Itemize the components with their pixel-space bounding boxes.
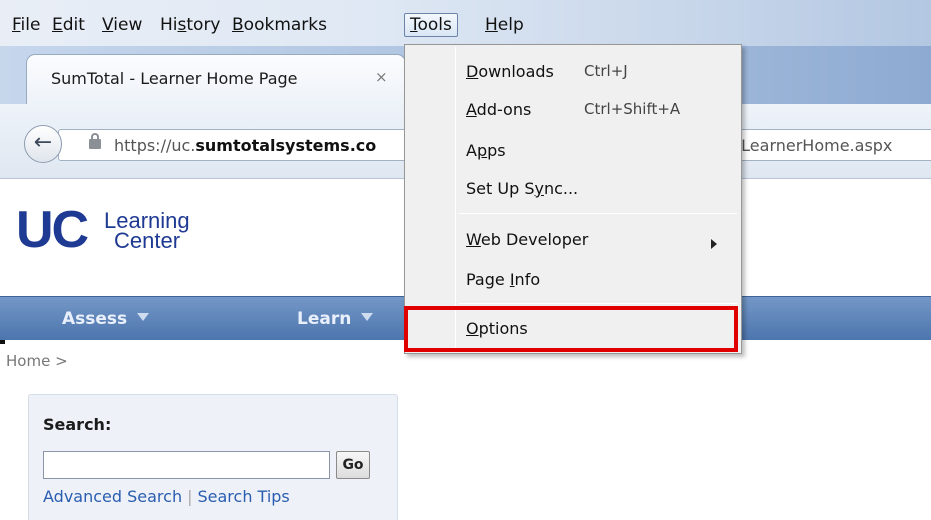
search-links: Advanced Search | Search Tips (43, 487, 290, 506)
menu-file[interactable]: File (12, 14, 40, 36)
nav-learn[interactable]: Learn (297, 309, 374, 329)
shortcut-downloads: Ctrl+J (584, 62, 628, 80)
menu-item-setup-sync[interactable]: Set Up Sync... (466, 179, 578, 198)
chevron-down-icon (137, 313, 150, 321)
back-arrow-icon: ← (33, 130, 53, 155)
chevron-down-icon (361, 313, 374, 321)
menu-separator (459, 213, 737, 214)
menu-item-web-developer[interactable]: Web Developer (466, 230, 588, 249)
menu-bookmarks[interactable]: Bookmarks (232, 14, 327, 36)
advanced-search-link[interactable]: Advanced Search (43, 487, 182, 506)
tab-sumtotal[interactable]: SumTotal - Learner Home Page × (26, 54, 406, 104)
menu-item-addons[interactable]: Add-ons Ctrl+Shift+A (466, 100, 680, 119)
url-text: https://uc.sumtotalsystems.co (114, 136, 377, 155)
search-input[interactable] (43, 451, 330, 479)
menu-item-downloads[interactable]: Downloads Ctrl+J (466, 62, 628, 81)
shortcut-addons: Ctrl+Shift+A (584, 100, 681, 118)
search-label: Search: (43, 415, 112, 434)
menu-item-apps[interactable]: Apps (466, 141, 506, 160)
nav-assess[interactable]: Assess (62, 309, 150, 329)
nav-edge-mark (0, 340, 5, 344)
go-button[interactable]: Go (336, 451, 370, 479)
tab-title: SumTotal - Learner Home Page (51, 69, 298, 88)
menu-help[interactable]: Help (485, 14, 524, 36)
menu-item-page-info[interactable]: Page Info (466, 270, 540, 289)
menu-tools[interactable]: Tools (404, 13, 458, 37)
breadcrumb[interactable]: Home > (6, 352, 68, 370)
search-tips-link[interactable]: Search Tips (197, 487, 289, 506)
menu-view[interactable]: View (102, 14, 142, 36)
close-icon[interactable]: × (375, 68, 388, 86)
menu-history[interactable]: History (160, 14, 221, 36)
menu-edit[interactable]: Edit (52, 14, 85, 36)
submenu-arrow-icon (711, 239, 717, 249)
lock-icon (89, 133, 101, 149)
search-panel: Search: Go Advanced Search | Search Tips (28, 394, 398, 520)
menu-separator (459, 303, 737, 304)
options-highlight-box (404, 306, 738, 352)
menu-bar: File Edit View History Bookmarks Tools H… (0, 0, 931, 46)
url-text-suffix: S_LearnerHome.aspx (723, 136, 893, 155)
back-button[interactable]: ← (24, 125, 62, 163)
